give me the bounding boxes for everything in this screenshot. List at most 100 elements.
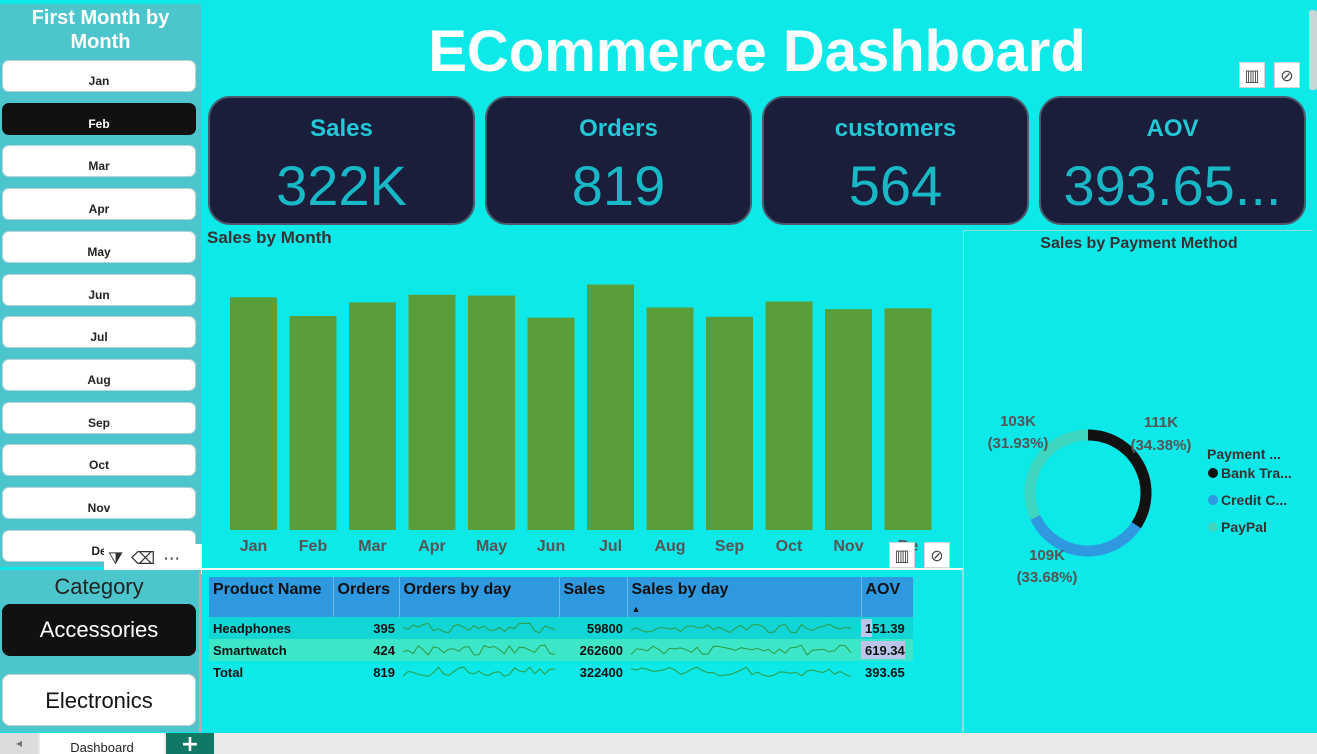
month-item-jan[interactable]: Jan [2,60,196,92]
bar-chart-title: Sales by Month [207,228,332,247]
kpi-value: 564 [848,154,943,217]
kpi-label: customers [834,115,957,142]
x-tick-label: Feb [299,538,328,555]
donut-data-label: (34.38%) [1131,437,1192,454]
filter-icon[interactable]: ⧩ [108,549,123,569]
drill-chart-icon[interactable]: ▥ [1239,62,1265,88]
chevron-left-icon[interactable]: ◂ [0,733,38,754]
dashboard-title: ECommerce Dashboard [428,19,1086,84]
month-item-feb[interactable]: Feb [2,102,196,135]
sparkline [403,622,555,634]
column-header-label: Sales by day [631,581,729,598]
bar-mar[interactable] [349,302,396,530]
month-item-mar[interactable]: Mar [2,145,196,178]
x-tick-label: Jun [537,538,565,555]
table-row[interactable]: Total 819 322400 393.65 [209,661,913,683]
legend-item[interactable]: PayPal [1221,519,1267,535]
orders-sparkline [399,639,559,661]
bar-jun[interactable] [527,317,575,530]
sparkline-series [403,622,555,634]
aov-value: 619.34 [865,642,905,658]
month-item-jun[interactable]: Jun [2,273,196,306]
eraser-icon[interactable]: ⌫ [131,549,155,569]
sort-ascending-icon: ▲ [631,604,641,614]
donut-data-label: 103K [1000,413,1036,430]
category-item-electronics[interactable]: Electronics [2,674,196,726]
product-table-panel: Product Name Orders Orders by day Sales … [202,568,963,732]
month-item-aug[interactable]: Aug [2,358,196,391]
sparkline-series [631,666,851,678]
month-item-may[interactable]: May [2,230,196,263]
column-header-sorted[interactable]: Sales by day ▲ [627,577,862,617]
column-header[interactable]: Sales [559,577,628,617]
sparkline-series [631,644,851,656]
bar-jan[interactable] [230,297,277,530]
bar-apr[interactable] [408,294,456,530]
x-tick-label: Jan [240,538,268,555]
add-page-button[interactable]: + [166,733,214,754]
bar-jul[interactable] [587,284,634,530]
bar-may[interactable] [468,295,515,530]
month-item-nov[interactable]: Nov [2,487,196,519]
x-tick-label: Nov [833,538,863,555]
x-tick-label: May [476,538,507,555]
prohibit-icon[interactable]: ⊘ [924,542,950,568]
donut-data-label: (33.68%) [1017,569,1078,586]
bar-nov[interactable] [825,309,872,530]
month-item-jul[interactable]: Jul [2,316,196,349]
orders-cell: 424 [333,639,399,661]
orders-cell: 395 [333,617,399,639]
sparkline-series [403,644,555,656]
page-tab-bar: ◂ Dashboard + [0,733,1317,754]
payment-method-panel: 111K (34.38%) 109K (33.68%) 103K (31.93%) Paym… [963,230,1313,732]
month-item-oct[interactable]: Oct [2,444,196,477]
bar-sep[interactable] [706,316,753,530]
legend-item[interactable]: Bank Tra... [1221,465,1292,481]
drill-chart-icon[interactable]: ▥ [889,542,915,568]
legend-marker [1208,495,1218,505]
orders-sparkline [399,617,559,639]
month-item-apr[interactable]: Apr [2,188,196,221]
donut-chart-title: Sales by Payment Method [1040,235,1238,252]
product-name-cell: Total [209,661,333,683]
kpi-value: 819 [571,154,666,217]
legend-title: Payment ... [1207,446,1281,462]
scrollbar[interactable] [1309,10,1317,90]
category-item-accessories[interactable]: Accessories [2,604,196,656]
legend-marker [1208,468,1218,478]
kpi-label: Orders [579,115,658,142]
table-row[interactable]: Smartwatch 424 262600 619.34 [209,639,913,661]
kpi-card-customers: customers 564 [762,96,1029,225]
sparkline-series [403,666,555,678]
product-name-cell: Smartwatch [209,639,333,661]
sparkline [631,644,851,656]
column-header[interactable]: Orders by day [399,577,560,617]
column-header[interactable]: AOV [861,577,914,617]
more-options-icon[interactable]: ⋯ [163,549,180,569]
bar-oct[interactable] [765,301,813,530]
bar-dec[interactable] [884,308,932,530]
kpi-card-aov: AOV 393.65... [1039,96,1306,225]
bar-feb[interactable] [289,315,337,530]
legend-item[interactable]: Credit C... [1221,492,1287,508]
bar-aug[interactable] [646,307,694,530]
prohibit-icon[interactable]: ⊘ [1274,62,1300,88]
x-tick-label: Sep [715,538,745,555]
column-header[interactable]: Product Name [209,577,334,617]
aov-cell: 393.65 [861,661,913,683]
category-slicer-title: Category [54,574,144,599]
kpi-value: 393.65... [1063,154,1282,217]
x-tick-label: Aug [654,538,685,555]
legend-marker [1208,522,1218,532]
sales-cell: 322400 [559,661,627,683]
sales-sparkline [627,617,861,639]
donut-slice-1[interactable] [1030,514,1141,557]
sales-sparkline [627,639,861,661]
table-row[interactable]: Headphones 395 59800 151.39 [209,617,913,639]
tab-dashboard[interactable]: Dashboard [40,733,164,754]
product-table: Product Name Orders Orders by day Sales … [209,577,914,683]
kpi-label: Sales [310,115,373,142]
column-header[interactable]: Orders [333,577,400,617]
month-item-sep[interactable]: Sep [2,401,196,434]
category-slicer: Category Accessories Electronics [0,570,201,732]
